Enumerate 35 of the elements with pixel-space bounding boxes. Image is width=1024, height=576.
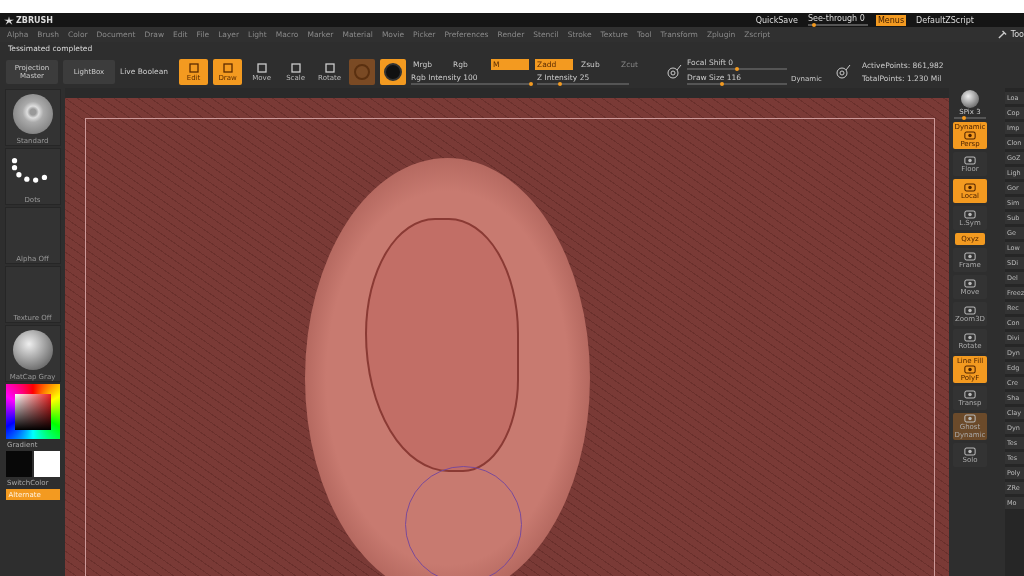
logo-icon	[4, 15, 14, 25]
camera-icon	[964, 155, 976, 165]
menus-button[interactable]: Menus	[875, 14, 907, 26]
camera-icon	[964, 251, 976, 261]
camera-icon	[964, 332, 976, 342]
camera-icon	[964, 365, 976, 374]
camera-icon	[964, 278, 976, 288]
square-icon	[221, 61, 234, 74]
sculpt-viewport[interactable]	[65, 88, 949, 576]
zscript-button[interactable]: DefaultZScript	[914, 14, 976, 26]
see-through-slider[interactable]: See-through 0	[807, 14, 868, 26]
color-swatch[interactable]	[33, 451, 60, 477]
brush-circle-icon	[666, 63, 683, 80]
camera-icon	[964, 131, 976, 140]
panel-title: Too	[1010, 30, 1024, 39]
hammer-icon	[997, 30, 1007, 39]
app-name: ZBRUSH	[16, 15, 53, 25]
color-swatch[interactable]	[5, 451, 32, 477]
camera-icon	[964, 446, 976, 456]
square-icon	[289, 61, 302, 74]
square-icon	[187, 61, 200, 74]
brush-sphere-icon	[12, 93, 53, 134]
sphere-icon	[961, 90, 979, 108]
camera-icon	[964, 182, 976, 192]
texture-button[interactable]	[380, 58, 407, 85]
square-icon	[323, 61, 336, 74]
square-icon	[255, 61, 268, 74]
quicksave-button[interactable]: QuickSave	[753, 14, 800, 26]
brush-circle-icon	[834, 63, 851, 80]
camera-icon	[964, 389, 976, 399]
camera-icon	[964, 209, 976, 219]
camera-icon	[964, 305, 976, 315]
camera-icon	[964, 414, 976, 423]
color-picker[interactable]	[5, 384, 60, 439]
material-sphere-icon	[12, 329, 53, 370]
